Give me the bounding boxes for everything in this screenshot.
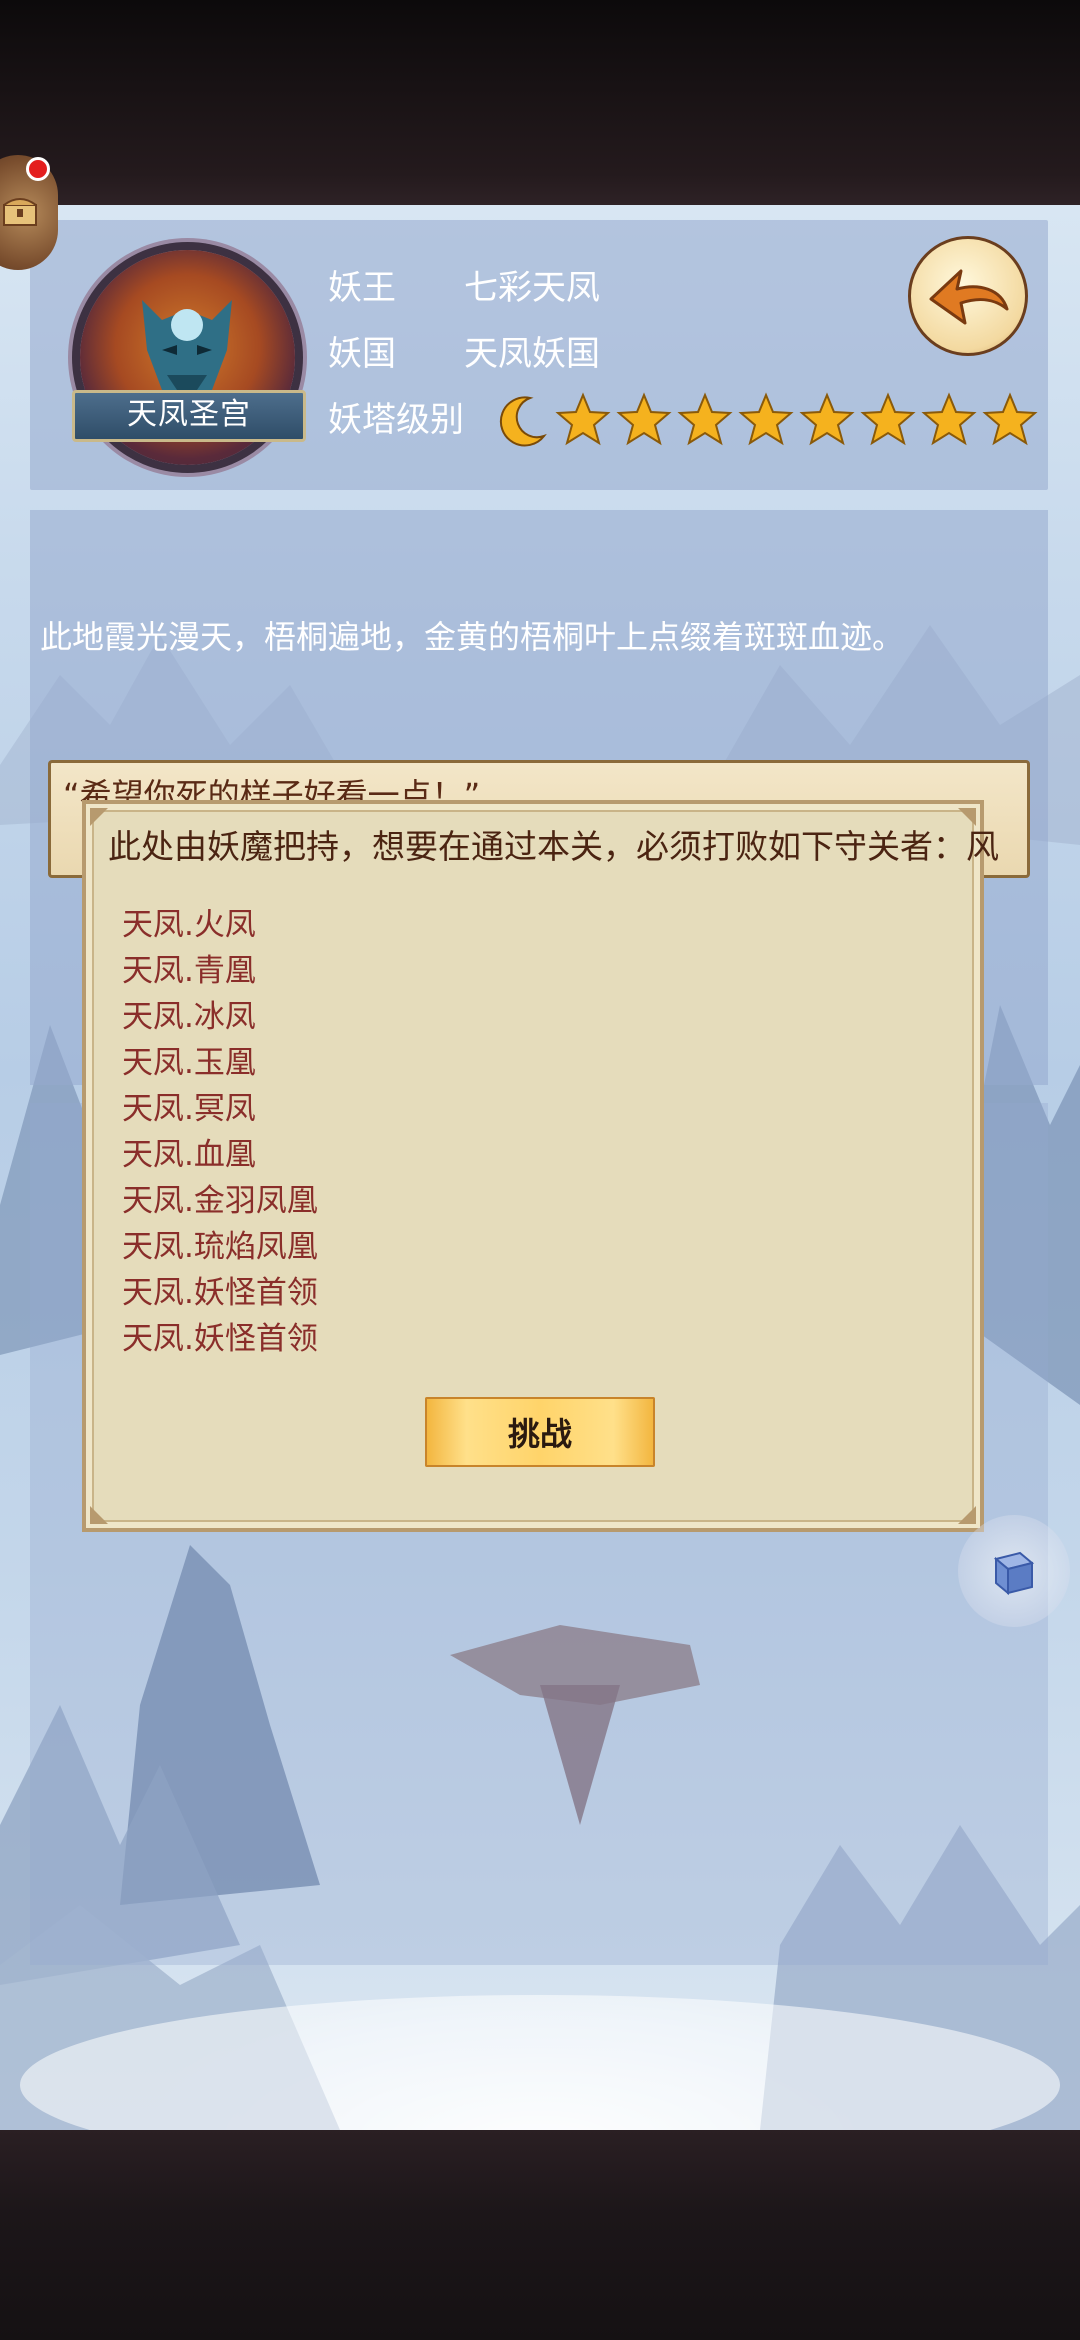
star-icon xyxy=(921,392,977,446)
chest-glyph xyxy=(3,198,37,226)
tower-level-rating xyxy=(494,390,1038,450)
star-icon xyxy=(982,392,1038,446)
back-button[interactable] xyxy=(908,236,1028,356)
cube-icon xyxy=(993,1551,1035,1596)
bottom-band xyxy=(0,2130,1080,2340)
guardian-name: 天凤.冰凤 xyxy=(122,999,256,1035)
dialog-title: 此处由妖魔把持，想要在通过本关，必须打败如下守关者：风 xyxy=(108,827,998,866)
star-icon xyxy=(738,392,794,446)
guardian-list: 天凤.火凤 天凤.青凰 天凤.冰凤 天凤.玉凰 天凤.冥凤 天凤.血凰 天凤.金… xyxy=(122,902,318,1362)
challenge-button[interactable]: 挑战 xyxy=(425,1397,655,1467)
king-value: 七彩天凤 xyxy=(464,268,600,308)
tower-description: 此地霞光漫天，梧桐遍地，金黄的梧桐叶上点缀着斑斑血迹。 xyxy=(40,618,905,656)
tower-emblem: 天凤圣宫 xyxy=(72,250,306,465)
guardian-name: 天凤.玉凰 xyxy=(122,1045,256,1081)
guardian-name: 天凤.青凰 xyxy=(122,953,256,989)
kingdom-value: 天凤妖国 xyxy=(464,334,600,374)
corner-ornament-icon xyxy=(90,808,108,826)
guardian-name: 天凤.琉焰凤凰 xyxy=(122,1229,318,1265)
corner-ornament-icon xyxy=(90,1506,108,1524)
guardian-name: 天凤.妖怪首领 xyxy=(122,1275,318,1311)
king-label: 妖王 xyxy=(328,268,396,308)
back-arrow-icon xyxy=(929,269,1009,325)
top-band xyxy=(0,0,1080,205)
crescent-moon-icon xyxy=(499,396,547,447)
guardian-name: 天凤.血凰 xyxy=(122,1137,256,1173)
corner-ornament-icon xyxy=(958,1506,976,1524)
guardian-name: 天凤.冥凤 xyxy=(122,1091,256,1127)
guardian-name: 天凤.火凤 xyxy=(122,907,256,943)
notification-dot xyxy=(26,157,50,181)
guardian-name: 天凤.妖怪首领 xyxy=(122,1321,318,1357)
star-icon xyxy=(555,392,611,446)
kingdom-label: 妖国 xyxy=(328,334,396,374)
tower-level-label: 妖塔级别 xyxy=(328,400,464,440)
star-icon xyxy=(677,392,733,446)
cube-button[interactable] xyxy=(958,1515,1070,1627)
star-icon xyxy=(860,392,916,446)
emblem-name: 天凤圣宫 xyxy=(72,390,306,442)
star-icon xyxy=(799,392,855,446)
guardian-name: 天凤.金羽凤凰 xyxy=(122,1183,318,1219)
star-icon xyxy=(616,392,672,446)
